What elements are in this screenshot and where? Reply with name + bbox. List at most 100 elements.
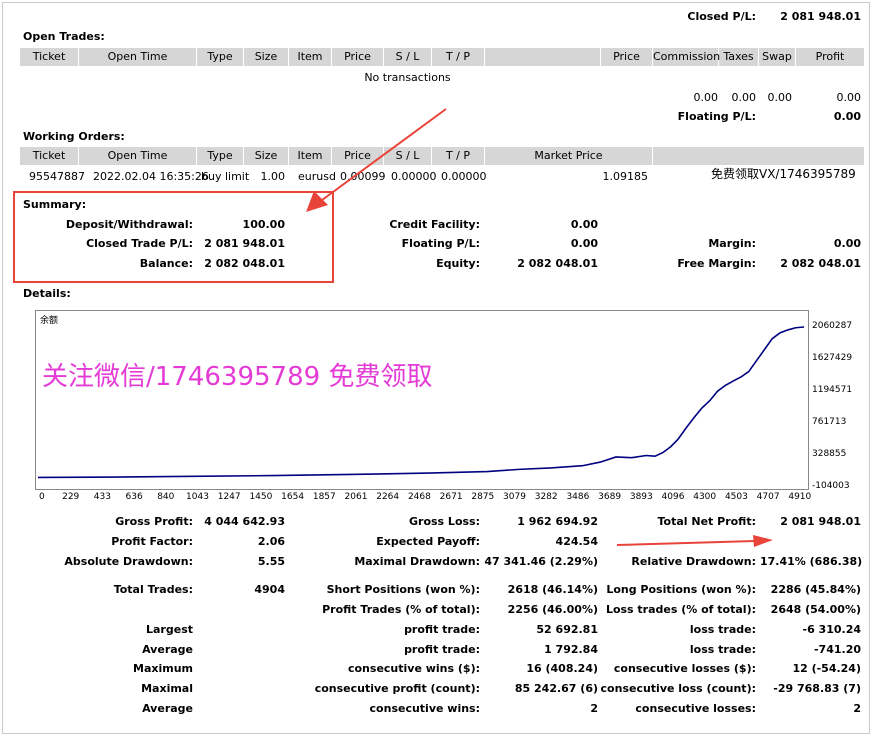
largest-loss-trade-label: loss trade: xyxy=(689,623,756,636)
wo-open-time: 2022.02.04 16:35:26 xyxy=(93,170,209,183)
col-ticket: Ticket xyxy=(20,48,79,66)
watermark-text: 关注微信/1746395789 免费领取 xyxy=(42,362,433,392)
x-tick-label: 4910 xyxy=(788,492,812,502)
profit-factor-label: Profit Factor: xyxy=(111,535,193,548)
gross-profit-label: Gross Profit: xyxy=(115,515,193,528)
open-floating-value: 0.00 xyxy=(833,110,861,123)
working-orders-title: Working Orders: xyxy=(23,130,125,143)
col-taxes: Taxes xyxy=(719,48,759,66)
wo-market-price: 1.09185 xyxy=(602,170,649,183)
col-commission: Commission xyxy=(653,48,720,66)
summary-floating-label: Floating P/L: xyxy=(401,237,480,250)
closed-pl-label: Closed P/L: xyxy=(687,10,756,23)
x-tick-label: 4300 xyxy=(693,492,717,502)
y-tick-label: 1627429 xyxy=(812,353,853,363)
gross-loss-value: 1 962 694.92 xyxy=(517,515,598,528)
total-net-label: Total Net Profit: xyxy=(657,515,757,528)
col-swap: Swap xyxy=(759,48,796,66)
profit-trades-label: Profit Trades (% of total): xyxy=(322,603,480,616)
y-tick-label: 2060287 xyxy=(812,321,853,331)
x-tick-label: 3486 xyxy=(566,492,590,502)
equity-value: 2 082 048.01 xyxy=(517,257,598,270)
red-arrow-bottom xyxy=(616,535,773,547)
max-consec-wins-value: 16 (408.24) xyxy=(526,662,598,675)
x-tick-label: 636 xyxy=(125,492,143,502)
col-profit: Profit xyxy=(815,50,845,63)
largest-profit-trade-label: profit trade: xyxy=(404,623,480,636)
x-tick-label: 840 xyxy=(157,492,175,502)
col-size: Size xyxy=(244,48,289,66)
balance-label: Balance: xyxy=(139,257,193,270)
open-commission-total: 0.00 xyxy=(693,91,719,104)
y-tick-label: 328855 xyxy=(812,449,847,459)
avg-consec-wins-label: consecutive wins: xyxy=(369,702,480,715)
long-positions-label: Long Positions (won %): xyxy=(606,583,756,596)
x-tick-label: 3282 xyxy=(534,492,558,502)
x-tick-label: 1857 xyxy=(312,492,336,502)
max-consec-wins-label: consecutive wins ($): xyxy=(347,662,480,675)
open-taxes-total: 0.00 xyxy=(731,91,757,104)
col-sl: S / L xyxy=(384,48,432,66)
total-trades-value: 4904 xyxy=(254,583,285,596)
equity-label: Equity: xyxy=(436,257,480,270)
wo-col-ticket: Ticket xyxy=(20,147,79,165)
deposit-label: Deposit/Withdrawal: xyxy=(65,218,193,231)
col-type: Type xyxy=(197,48,244,66)
x-tick-label: 3893 xyxy=(629,492,653,502)
wo-type: buy limit xyxy=(201,170,250,183)
largest-label: Largest xyxy=(146,623,193,636)
largest-profit-trade-value: 52 692.81 xyxy=(536,623,598,636)
max-drawdown-value: 47 341.46 (2.29%) xyxy=(484,555,598,568)
col-price: Price xyxy=(332,48,384,66)
col-open-time: Open Time xyxy=(79,48,197,66)
col-blank xyxy=(485,48,601,66)
average-consec-label: Average xyxy=(142,702,193,715)
avg-consec-wins-value: 2 xyxy=(590,702,598,715)
closed-pl-value: 2 081 948.01 xyxy=(780,10,861,23)
margin-value: 0.00 xyxy=(833,237,861,250)
margin-label: Margin: xyxy=(708,237,756,250)
wo-col-size: Size xyxy=(244,147,289,165)
x-tick-label: 433 xyxy=(93,492,111,502)
max-drawdown-label: Maximal Drawdown: xyxy=(354,555,480,568)
total-trades-label: Total Trades: xyxy=(113,583,193,596)
maximal-consec-loss-label: consecutive loss (count): xyxy=(600,682,756,695)
x-tick-label: 1654 xyxy=(281,492,305,502)
y-tick-label: -104003 xyxy=(812,481,850,491)
credit-value: 0.00 xyxy=(570,218,598,231)
max-consec-losses-value: 12 (-54.24) xyxy=(792,662,861,675)
x-tick-label: 229 xyxy=(62,492,80,502)
free-margin-label: Free Margin: xyxy=(677,257,756,270)
rel-drawdown-value: 17.41% (686.38) xyxy=(760,555,863,568)
balance-chart xyxy=(37,326,805,479)
avg-loss-trade-value: -741.20 xyxy=(813,643,861,656)
y-tick-label: 1194571 xyxy=(812,385,853,395)
col-price2: Price xyxy=(601,48,653,66)
avg-consec-losses-label: consecutive losses: xyxy=(635,702,756,715)
expected-payoff-label: Expected Payoff: xyxy=(376,535,480,548)
maximal-consec-profit-label: consecutive profit (count): xyxy=(314,682,480,695)
largest-loss-trade-value: -6 310.24 xyxy=(802,623,862,636)
x-tick-label: 3689 xyxy=(598,492,622,502)
loss-trades-label: Loss trades (% of total): xyxy=(605,603,756,616)
avg-loss-trade-label: loss trade: xyxy=(689,643,756,656)
profit-factor-value: 2.06 xyxy=(257,535,285,548)
wo-col-blank xyxy=(653,147,864,165)
wo-col-market-price: Market Price xyxy=(485,147,653,165)
deposit-value: 100.00 xyxy=(242,218,285,231)
no-transactions-text: No transactions xyxy=(364,71,451,84)
open-trades-header: Ticket Open Time Type Size Item Price S … xyxy=(20,48,864,66)
maximal-consec-loss-value: -29 768.83 (7) xyxy=(773,682,861,695)
long-positions-value: 2286 (45.84%) xyxy=(770,583,861,596)
credit-label: Credit Facility: xyxy=(389,218,480,231)
x-tick-label: 1043 xyxy=(186,492,209,502)
loss-trades-value: 2648 (54.00%) xyxy=(770,603,861,616)
x-tick-label: 0 xyxy=(39,492,45,502)
x-tick-label: 2061 xyxy=(344,492,368,502)
maximum-label: Maximum xyxy=(133,662,193,675)
closed-trade-value: 2 081 948.01 xyxy=(204,237,285,250)
average-label: Average xyxy=(142,643,193,656)
maximal-label: Maximal xyxy=(141,682,193,695)
abs-drawdown-label: Absolute Drawdown: xyxy=(64,555,193,568)
expected-payoff-value: 424.54 xyxy=(555,535,598,548)
